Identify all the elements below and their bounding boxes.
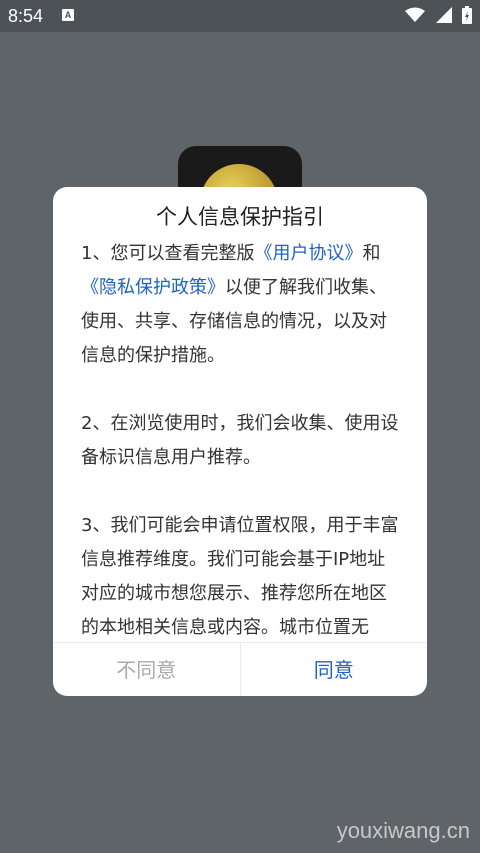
p1-text-pre: 1、您可以查看完整版 xyxy=(81,243,255,264)
paragraph-2: 2、在浏览使用时，我们会收集、使用设备标识信息用户推荐。 xyxy=(81,413,399,468)
disagree-button[interactable]: 不同意 xyxy=(53,643,241,696)
privacy-dialog: 个人信息保护指引 1、您可以查看完整版《用户协议》和《隐私保护政策》以便了解我们… xyxy=(53,187,427,696)
signal-icon xyxy=(435,7,452,23)
privacy-policy-link[interactable]: 《隐私保护政策》 xyxy=(81,277,225,298)
wifi-icon xyxy=(405,7,426,22)
agree-button[interactable]: 同意 xyxy=(241,643,428,696)
status-time: 8:54 xyxy=(8,6,44,26)
watermark: youxiwang.cn xyxy=(336,818,470,843)
paragraph-1: 1、您可以查看完整版《用户协议》和《隐私保护政策》以便了解我们收集、使用、共享、… xyxy=(81,237,403,373)
notification-a-icon: A xyxy=(62,9,74,21)
dialog-title: 个人信息保护指引 xyxy=(156,205,324,229)
paragraph-3: 3、我们可能会申请位置权限，用于丰富信息推荐维度。我们可能会基于IP地址对应的城… xyxy=(81,515,399,638)
p1-text-mid: 和 xyxy=(362,243,381,264)
status-bar: 8:54 A xyxy=(0,0,480,32)
system-icons xyxy=(399,6,472,26)
dialog-content[interactable]: 1、您可以查看完整版《用户协议》和《隐私保护政策》以便了解我们收集、使用、共享、… xyxy=(81,237,403,642)
dialog-buttons: 不同意 同意 xyxy=(53,642,427,696)
user-agreement-link[interactable]: 《用户协议》 xyxy=(254,243,362,264)
battery-icon xyxy=(462,6,472,24)
